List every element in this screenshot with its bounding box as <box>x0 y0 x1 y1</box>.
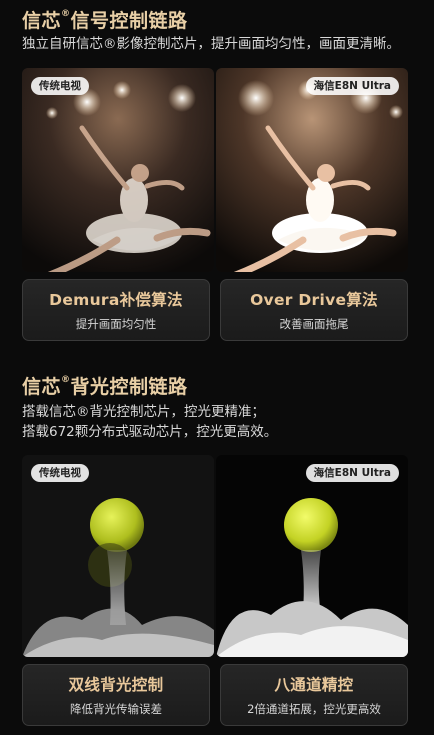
feature-card-eight-channel: 八通道精控 2倍通道拓展，控光更高效 <box>220 664 408 726</box>
tennis-image-traditional: 传统电视 <box>22 455 214 657</box>
ballet-scene-right <box>216 68 408 272</box>
section1-feature-cards: Demura补偿算法 提升画面均匀性 Over Drive算法 改善画面拖尾 <box>22 279 408 341</box>
section2-subtitle-line1: 搭载信芯®背光控制芯片，控光更精准； <box>22 404 265 420</box>
section2-comparison: 传统电视 海信E8N Ultra <box>22 455 408 657</box>
section1-title-text: 信号控制链路 <box>70 10 188 32</box>
hisense-label: 海信E8N Ultra <box>305 77 399 95</box>
feature-card-dual-line: 双线背光控制 降低背光传输误差 <box>22 664 210 726</box>
ballet-image-hisense: 海信E8N Ultra <box>216 68 408 272</box>
ballet-image-traditional: 传统电视 <box>22 68 214 272</box>
feature-card-title: 双线背光控制 <box>68 676 164 694</box>
section1-title-brand: 信芯 <box>22 10 62 32</box>
section1-title: 信芯®信号控制链路 <box>22 6 188 33</box>
feature-card-desc: 改善画面拖尾 <box>279 317 349 331</box>
section1-subtitle: 独立自研信芯®影像控制芯片，提升画面均匀性，画面更清晰。 <box>22 36 400 52</box>
ballet-scene-left <box>22 68 214 272</box>
registered-mark: ® <box>61 9 71 19</box>
traditional-tv-label: 传统电视 <box>31 77 89 95</box>
feature-card-title: Demura补偿算法 <box>49 291 183 309</box>
section2-title-brand: 信芯 <box>22 376 62 398</box>
section2-subtitle-line2: 搭载672颗分布式驱动芯片，控光更高效。 <box>22 424 278 440</box>
tennis-scene-right <box>216 455 408 657</box>
feature-card-overdrive: Over Drive算法 改善画面拖尾 <box>220 279 408 341</box>
traditional-tv-label: 传统电视 <box>31 464 89 482</box>
registered-mark: ® <box>61 375 71 385</box>
feature-card-title: 八通道精控 <box>274 676 354 694</box>
feature-card-title: Over Drive算法 <box>250 291 378 309</box>
section2-title-text: 背光控制链路 <box>70 376 188 398</box>
hisense-label: 海信E8N Ultra <box>305 464 399 482</box>
feature-card-desc: 提升画面均匀性 <box>75 317 157 331</box>
section1-comparison: 传统电视 海信E8N Ultra <box>22 68 408 272</box>
tennis-image-hisense: 海信E8N Ultra <box>216 455 408 657</box>
section2-title: 信芯®背光控制链路 <box>22 372 188 399</box>
feature-card-desc: 2倍通道拓展，控光更高效 <box>247 702 381 716</box>
feature-card-desc: 降低背光传输误差 <box>70 702 162 716</box>
feature-card-demura: Demura补偿算法 提升画面均匀性 <box>22 279 210 341</box>
section2-feature-cards: 双线背光控制 降低背光传输误差 八通道精控 2倍通道拓展，控光更高效 <box>22 664 408 726</box>
tennis-scene-left <box>22 455 214 657</box>
